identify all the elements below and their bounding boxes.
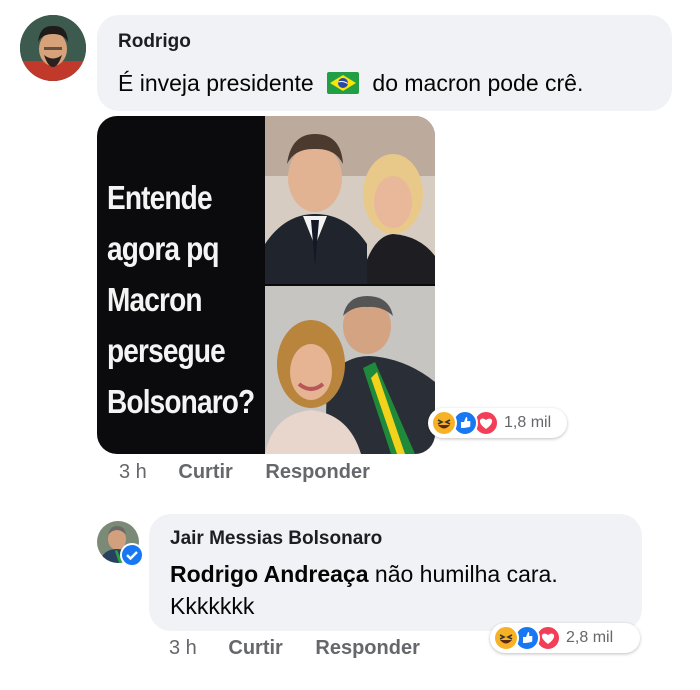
comment-bubble: Rodrigo É inveja presidente do macron po… bbox=[97, 15, 672, 111]
comment-text: É inveja presidente do macron pode crê. bbox=[118, 67, 583, 102]
like-button[interactable]: Curtir bbox=[178, 461, 232, 484]
comment-text-before: É inveja presidente bbox=[118, 70, 314, 96]
reply-like-button[interactable]: Curtir bbox=[228, 637, 282, 660]
meme-caption: Entende agora pq Macron persegue Bolsona… bbox=[107, 179, 255, 420]
reply-time[interactable]: 3 h bbox=[169, 637, 197, 660]
rodrigo-avatar[interactable] bbox=[20, 15, 86, 81]
reply-reply-button[interactable]: Responder bbox=[315, 637, 419, 660]
comment-actions: 3 h Curtir Responder bbox=[119, 461, 370, 484]
reply-bubble: Jair Messias Bolsonaro Rodrigo Andreaça … bbox=[149, 514, 642, 631]
meme-image[interactable]: Entende agora pq Macron persegue Bolsona… bbox=[97, 116, 435, 454]
reply-reaction-count: 2,8 mil bbox=[566, 629, 614, 646]
reply-text: Rodrigo Andreaça não humilha cara. Kkkkk… bbox=[170, 558, 630, 622]
reply-actions: 3 h Curtir Responder bbox=[169, 637, 420, 660]
reply-author[interactable]: Jair Messias Bolsonaro bbox=[170, 528, 382, 550]
mention-link[interactable]: Rodrigo Andreaça bbox=[170, 561, 369, 587]
verified-badge-icon bbox=[120, 543, 144, 567]
reply-button[interactable]: Responder bbox=[265, 461, 369, 484]
reaction-summary[interactable]: 1,8 mil bbox=[428, 408, 567, 438]
comment-time[interactable]: 3 h bbox=[119, 461, 147, 484]
photo-bottom bbox=[265, 286, 435, 454]
reaction-count: 1,8 mil bbox=[504, 414, 552, 431]
brazil-flag-icon bbox=[327, 70, 360, 102]
haha-reaction-icon bbox=[493, 625, 519, 651]
reply-reaction-summary[interactable]: 2,8 mil bbox=[490, 623, 640, 653]
haha-reaction-icon bbox=[431, 410, 457, 436]
comment-text-after: do macron pode crê. bbox=[372, 70, 584, 96]
photo-top bbox=[265, 116, 435, 284]
person-avatar-icon bbox=[20, 15, 86, 81]
comment-author[interactable]: Rodrigo bbox=[118, 31, 191, 53]
